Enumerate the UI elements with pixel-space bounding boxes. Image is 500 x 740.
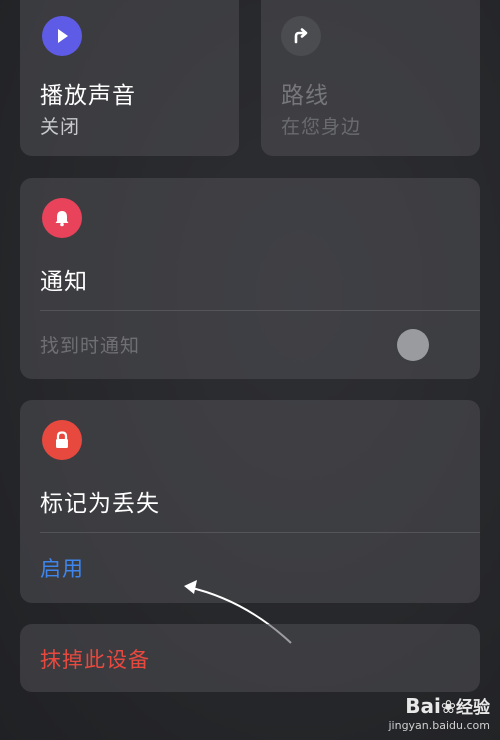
erase-device-card[interactable]: 抹掉此设备 bbox=[20, 624, 480, 692]
watermark-brand-suffix: 经验 bbox=[456, 698, 490, 718]
paw-icon: ❀ bbox=[440, 697, 456, 718]
watermark-url: jingyan.baidu.com bbox=[388, 719, 490, 732]
baidu-watermark: Bai❀经验 jingyan.baidu.com bbox=[388, 695, 490, 732]
watermark-brand: Bai bbox=[405, 694, 441, 718]
erase-device-button[interactable]: 抹掉此设备 bbox=[40, 644, 150, 674]
